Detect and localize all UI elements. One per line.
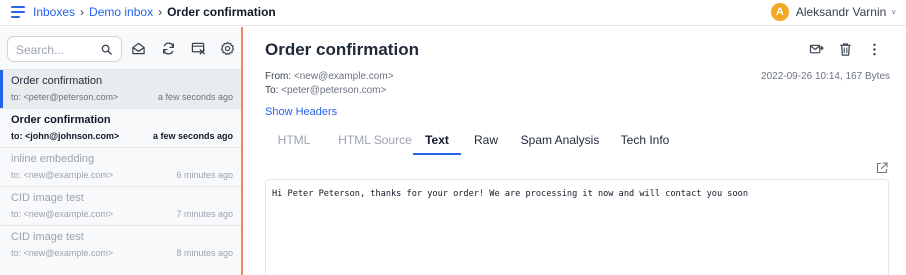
message-recipient: to: <new@example.com>: [11, 209, 114, 219]
to-label: To:: [265, 85, 279, 96]
breadcrumb-separator: ›: [158, 5, 163, 19]
breadcrumb-current: Order confirmation: [167, 5, 276, 19]
breadcrumb-inboxes[interactable]: Inboxes: [33, 5, 75, 19]
list-item[interactable]: inline embedding to: <new@example.com> 6…: [0, 147, 241, 186]
top-bar: Inboxes › Demo inbox › Order confirmation A …: [0, 0, 906, 26]
message-time: a few seconds ago: [152, 131, 233, 141]
message-recipient: to: <new@example.com>: [11, 170, 114, 180]
message-time: 7 minutes ago: [176, 209, 233, 219]
message-date-size: 2022-09-26 10:14, 167 Bytes: [761, 71, 890, 82]
delete-icon[interactable]: [838, 42, 853, 57]
page-title: Order confirmation: [265, 40, 419, 59]
refresh-icon[interactable]: [161, 41, 176, 56]
message-time: a few seconds ago: [157, 92, 233, 102]
tab-tech-info[interactable]: Tech Info: [611, 125, 679, 155]
search-input[interactable]: [16, 41, 101, 58]
from-line: From: <new@example.com>: [265, 71, 394, 82]
message-recipient: to: <peter@peterson.com>: [11, 92, 119, 102]
avatar: A: [770, 3, 789, 21]
message-time: 8 minutes ago: [176, 248, 233, 258]
search-box: [7, 36, 122, 62]
breadcrumb: Inboxes › Demo inbox › Order confirmation: [33, 5, 276, 19]
chevron-down-icon: ˅: [891, 7, 896, 17]
message-subject: inline embedding: [11, 153, 95, 165]
tab-html-source[interactable]: HTML Source: [329, 125, 421, 155]
user-menu[interactable]: A Aleksandr Varnin ˅: [770, 3, 896, 21]
message-list: Order confirmation to: <peter@peterson.c…: [0, 69, 241, 264]
list-item[interactable]: Order confirmation to: <john@johnson.com…: [0, 108, 241, 147]
sidebar: Order confirmation to: <peter@peterson.c…: [0, 27, 243, 275]
breadcrumb-separator: ›: [80, 5, 85, 19]
user-name: Aleksandr Varnin: [795, 5, 887, 19]
list-item[interactable]: Order confirmation to: <peter@peterson.c…: [0, 69, 241, 109]
message-subject: CID image test: [11, 231, 84, 243]
message-view: Order confirmation From: <new@example.co…: [243, 27, 906, 275]
forward-icon[interactable]: [809, 42, 824, 57]
search-icon[interactable]: [101, 44, 112, 55]
tab-text[interactable]: Text: [413, 125, 461, 155]
message-recipient: to: <john@johnson.com>: [11, 131, 120, 141]
to-address: <peter@peterson.com>: [281, 85, 387, 96]
from-address: <new@example.com>: [293, 71, 394, 82]
show-headers-link[interactable]: Show Headers: [265, 106, 337, 118]
breadcrumb-demo-inbox[interactable]: Demo inbox: [89, 5, 153, 19]
message-subject: Order confirmation: [11, 114, 111, 126]
from-label: From:: [265, 71, 292, 82]
to-line: To: <peter@peterson.com>: [265, 85, 386, 96]
more-icon[interactable]: [867, 42, 882, 57]
message-body: Hi Peter Peterson, thanks for your order…: [265, 179, 889, 275]
mark-read-icon[interactable]: [131, 41, 146, 56]
settings-icon[interactable]: [220, 41, 235, 56]
sidebar-toolbar: [0, 27, 241, 69]
message-body-text: Hi Peter Peterson, thanks for your order…: [272, 189, 748, 199]
clear-inbox-icon[interactable]: [191, 41, 206, 56]
tab-raw[interactable]: Raw: [467, 125, 505, 155]
tab-spam-analysis[interactable]: Spam Analysis: [517, 125, 603, 155]
list-item[interactable]: CID image test to: <new@example.com> 7 m…: [0, 186, 241, 225]
external-link-icon[interactable]: [876, 162, 888, 174]
message-subject: CID image test: [11, 192, 84, 204]
menu-icon[interactable]: [11, 6, 25, 18]
list-item[interactable]: CID image test to: <new@example.com> 8 m…: [0, 225, 241, 264]
message-recipient: to: <new@example.com>: [11, 248, 114, 258]
message-time: 6 minutes ago: [176, 170, 233, 180]
message-subject: Order confirmation: [11, 75, 103, 87]
message-tabs: HTML HTML Source Text Raw Spam Analysis …: [265, 125, 890, 155]
tab-html[interactable]: HTML: [265, 125, 323, 155]
